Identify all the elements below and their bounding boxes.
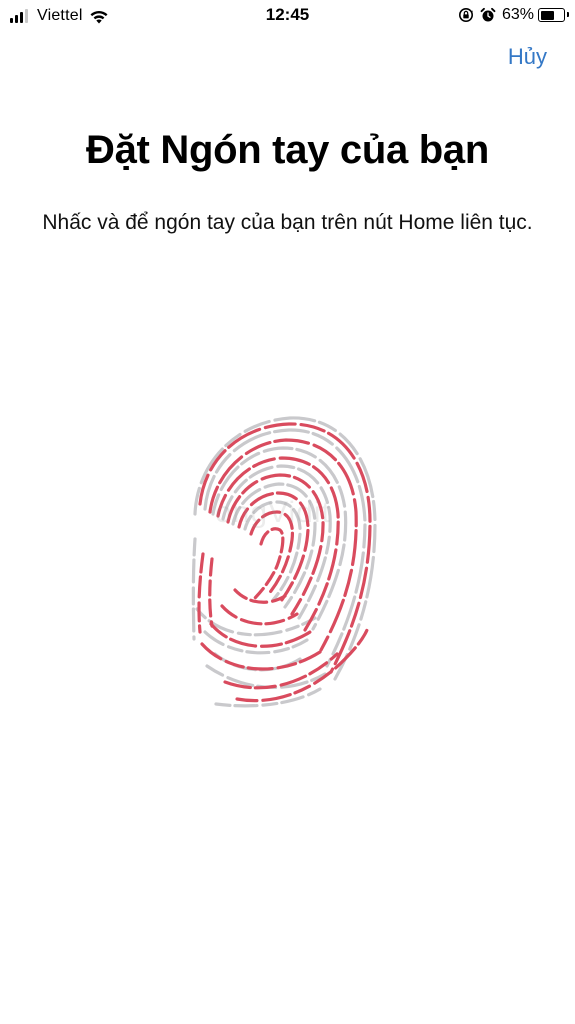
page-title: Đặt Ngón tay của bạn <box>86 128 489 172</box>
battery-level-fill <box>540 10 555 20</box>
instruction-text: Nhấc và để ngón tay của bạn trên nút Hom… <box>42 211 533 234</box>
fingerprint-icon <box>191 416 377 708</box>
status-bar-right: 63% <box>458 5 569 25</box>
cancel-button[interactable]: Hủy <box>508 44 547 70</box>
battery-percentage: 63% <box>501 6 534 23</box>
touch-id-setup-screen: Viettel 12:45 63% Hủy Đặt Ngón tay của b… <box>0 0 575 1024</box>
orientation-lock-icon <box>458 8 473 22</box>
battery-icon <box>538 8 569 22</box>
alarm-icon <box>480 7 496 22</box>
status-bar: Viettel 12:45 63% <box>0 0 575 32</box>
